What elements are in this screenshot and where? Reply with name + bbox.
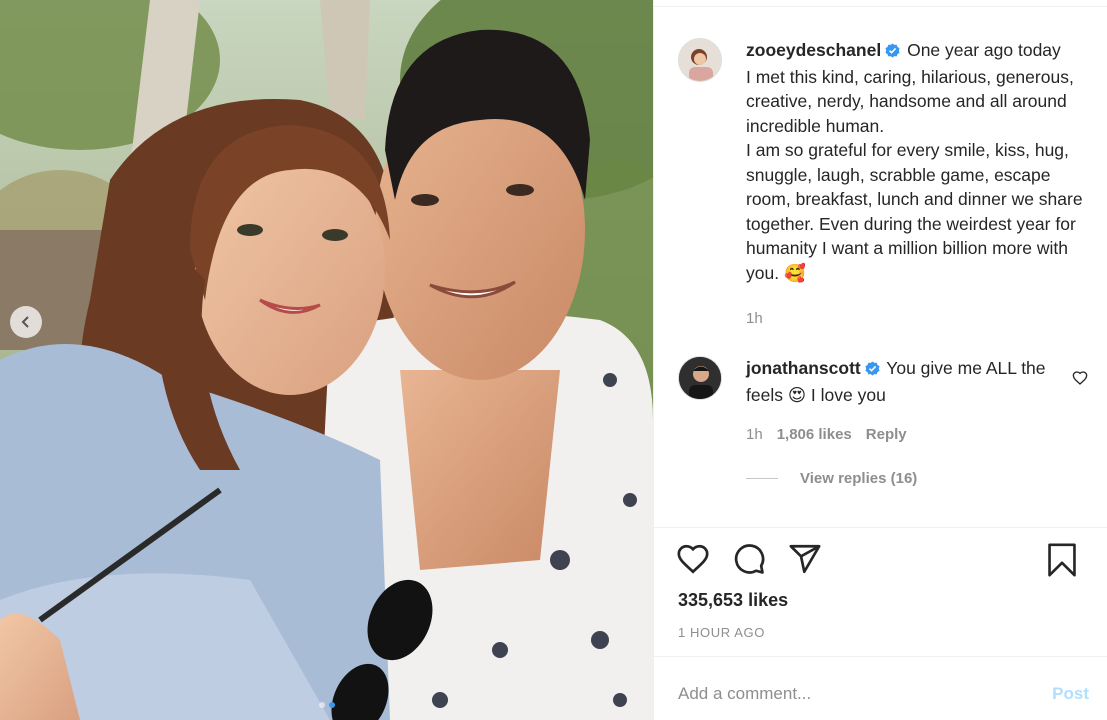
add-comment-input[interactable] [678, 684, 1018, 704]
divider [654, 527, 1107, 528]
caption-timestamp[interactable]: 1h [746, 307, 1098, 332]
comment-body: jonathanscott You give me ALL the feels … [746, 356, 1066, 448]
post-details-panel: zooeydeschanel One year ago today I met … [653, 0, 1107, 720]
post-likes-count[interactable]: 335,653 likes [678, 590, 788, 611]
chevron-left-icon [19, 315, 33, 329]
replies-line [746, 478, 778, 479]
author-avatar[interactable] [678, 38, 722, 82]
carousel-dot-active [328, 702, 335, 708]
author-username[interactable]: zooeydeschanel [746, 40, 881, 60]
comment-item: jonathanscott You give me ALL the feels … [678, 356, 1098, 448]
comment-likes[interactable]: 1,806 likes [777, 423, 852, 448]
caption-body: zooeydeschanel One year ago today I met … [746, 38, 1098, 332]
bookmark-icon[interactable] [1045, 542, 1079, 583]
reply-button[interactable]: Reply [866, 423, 907, 448]
post-photo[interactable] [0, 0, 653, 720]
share-icon[interactable] [788, 542, 822, 581]
carousel-prev-button[interactable] [10, 306, 42, 338]
comment-like-heart-icon[interactable] [1072, 370, 1088, 391]
selfie-photo-illustration [0, 0, 653, 720]
verified-badge-icon [865, 358, 880, 383]
comment-timestamp[interactable]: 1h [746, 423, 763, 448]
commenter-avatar[interactable] [678, 356, 722, 400]
comment-icon[interactable] [732, 542, 766, 581]
post-comment-button[interactable]: Post [1052, 684, 1089, 704]
carousel-dot [318, 702, 325, 708]
comment-meta: 1h 1,806 likes Reply [746, 423, 1066, 448]
post-timestamp[interactable]: 1 HOUR AGO [678, 625, 765, 640]
heart-icon[interactable] [676, 542, 710, 581]
carousel-indicator [0, 702, 653, 708]
verified-badge-icon [885, 40, 900, 65]
divider [654, 6, 1107, 7]
view-replies-label: View replies (16) [800, 470, 918, 487]
commenter-username[interactable]: jonathanscott [746, 358, 861, 378]
view-replies-button[interactable]: View replies (16) [746, 470, 917, 487]
divider [654, 656, 1107, 657]
post-caption: zooeydeschanel One year ago today I met … [678, 38, 1098, 332]
caption-text: One year ago today I met this kind, cari… [746, 40, 1083, 283]
post-actions [676, 542, 1079, 578]
